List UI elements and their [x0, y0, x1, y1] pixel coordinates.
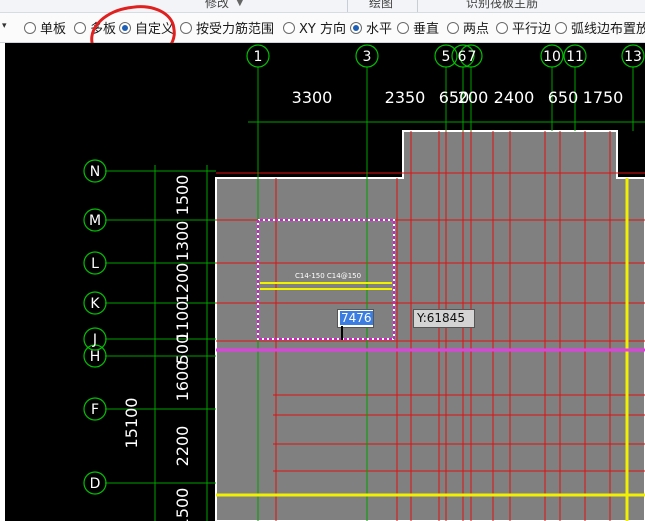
axis-label: K	[90, 296, 100, 312]
axis-label: 11	[566, 49, 584, 65]
left-axis-bubbles	[83, 159, 107, 495]
dim-label: 1500	[173, 175, 192, 216]
dim-label: 2200	[173, 426, 192, 467]
radio-indicator[interactable]	[447, 21, 459, 34]
axis-label: 6	[458, 49, 467, 65]
radio-indicator[interactable]	[180, 21, 192, 34]
radio-arc-edge[interactable]: 弧线边布置放	[555, 13, 645, 42]
radio-indicator[interactable]	[119, 21, 131, 34]
dim-label: 2400	[494, 88, 535, 107]
radio-two-points[interactable]: 两点	[447, 13, 489, 42]
radio-indicator[interactable]	[555, 21, 567, 34]
radio-horizontal[interactable]: 水平	[350, 13, 392, 42]
dim-label: 200	[458, 88, 489, 107]
cad-drawing-canvas[interactable]: 1 3 5 6 7 10 11 13 3300 2350 650 200 240…	[5, 43, 645, 521]
radio-indicator[interactable]	[74, 21, 86, 34]
axis-label: 1	[254, 49, 263, 65]
ribbon-group-identify-raft-rebar: 识别筏板主筋	[466, 0, 539, 10]
drawing-svg: 1 3 5 6 7 10 11 13 3300 2350 650 200 240…	[83, 44, 645, 521]
dim-label: 1500	[173, 488, 192, 521]
axis-label: 3	[363, 49, 372, 65]
radio-parallel-edge[interactable]: 平行边	[496, 13, 551, 42]
radio-vertical[interactable]: 垂直	[397, 13, 439, 42]
ribbon-group-modify: 修改	[205, 0, 230, 10]
drawing-options-bar: ▾ 单板 多板 自定义 按受力筋范围 XY 方向 水平 垂直 两点 平行边 弧线…	[0, 13, 645, 43]
axis-label: D	[90, 476, 101, 492]
radio-single-slab[interactable]: 单板	[24, 13, 66, 42]
axis-label: H	[90, 349, 101, 365]
axis-label: L	[91, 256, 99, 272]
ribbon-group-draw: 绘图	[369, 0, 394, 10]
radio-indicator[interactable]	[350, 21, 362, 34]
axis-label: 13	[624, 49, 642, 65]
axis-label: 5	[442, 49, 451, 65]
dim-label: 1750	[583, 88, 624, 107]
radio-multi-slab[interactable]: 多板	[74, 13, 116, 42]
length-input[interactable]: 7476	[337, 309, 374, 340]
axis-label: F	[91, 402, 99, 418]
rebar-spec-label: C14-150 C14@150	[295, 272, 361, 280]
ribbon-group-bar: 修改 ▼ 绘图 识别筏板主筋	[0, 0, 645, 13]
dim-label: 650	[548, 88, 579, 107]
axis-label: N	[90, 164, 100, 180]
radio-indicator[interactable]	[24, 21, 36, 34]
radio-indicator[interactable]	[496, 21, 508, 34]
top-axis-labels: 1 3 5 6 7 10 11 13	[254, 49, 642, 65]
dim-label: 2350	[385, 88, 426, 107]
dim-label: 1600	[173, 361, 192, 402]
total-dim-label: 15100	[122, 398, 141, 449]
axis-label: J	[92, 332, 97, 348]
text-caret	[341, 325, 343, 340]
axis-label: 7	[468, 49, 477, 65]
radio-indicator[interactable]	[397, 21, 409, 34]
radio-custom[interactable]: 自定义	[119, 13, 174, 42]
radio-xy-direction[interactable]: XY 方向	[283, 13, 346, 42]
axis-label: 10	[543, 49, 561, 65]
dim-label: 500	[173, 334, 192, 365]
coordinate-readout: Y:61845	[413, 309, 475, 328]
dim-label: 1200	[173, 263, 192, 304]
dropdown-arrow-icon[interactable]: ▾	[2, 21, 12, 33]
ribbon-separator	[347, 0, 348, 12]
dim-label: 1300	[173, 221, 192, 262]
left-dimensions: 1500 1300 1200 1100 500 1600 2200 1500 1…	[122, 175, 192, 521]
top-dimensions: 3300 2350 650 200 2400 650 1750	[292, 88, 624, 107]
chevron-down-icon[interactable]: ▼	[236, 0, 244, 8]
axis-label: M	[89, 213, 101, 229]
dim-label: 3300	[292, 88, 333, 107]
ribbon-separator	[417, 0, 418, 12]
radio-by-rebar-range[interactable]: 按受力筋范围	[180, 13, 274, 42]
radio-indicator[interactable]	[283, 21, 295, 34]
